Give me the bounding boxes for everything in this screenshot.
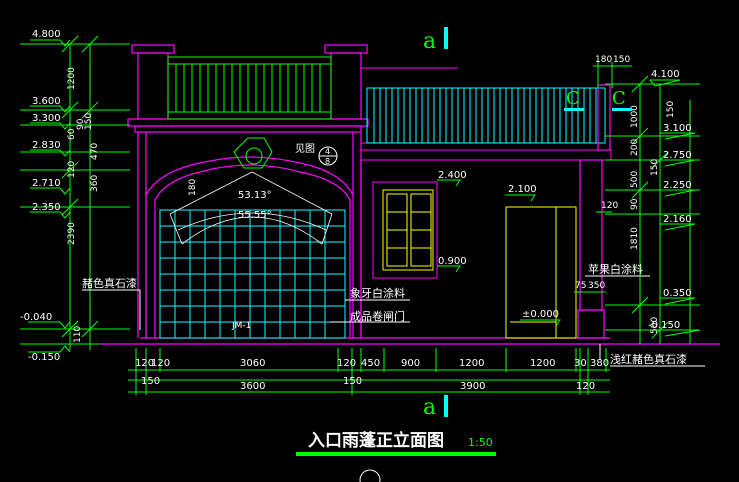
- door-tag: JM-1: [231, 321, 251, 331]
- drawing-title-block: 入口雨蓬正立面图 1:50: [296, 430, 496, 482]
- drawing-title: 入口雨蓬正立面图: [308, 430, 444, 451]
- door-top-level: 2.100: [508, 184, 537, 195]
- r-elev-2250: 2.250: [663, 180, 692, 191]
- elev-2830: 2.830: [32, 140, 61, 151]
- detail-bar-2: [612, 108, 632, 111]
- bdim-120c: 120: [337, 358, 356, 369]
- ldim-60: 60: [67, 128, 77, 140]
- elevation-drawing: 4.800 3.600 3.300 2.830 2.710 2.350 -0.0…: [20, 27, 720, 482]
- post-dim-350: 350: [588, 281, 605, 291]
- ldim-150: 150: [84, 113, 94, 130]
- angle-1: 53.13°: [238, 190, 272, 201]
- label-shutter: 成品卷闸门: [350, 309, 405, 323]
- elev-2350: 2.350: [32, 202, 61, 213]
- ldim-120: 120: [67, 161, 77, 178]
- callout-label: 见图: [295, 143, 315, 155]
- detail-callout: 见图 4 8: [295, 143, 338, 166]
- bdim-150b: 150: [343, 376, 362, 387]
- ldim-470: 470: [90, 143, 100, 160]
- bdim-3060: 3060: [240, 358, 265, 369]
- elev-3300: 3.300: [32, 113, 61, 124]
- post-dim-120: 120: [601, 201, 618, 211]
- rdim-90: 90: [630, 198, 640, 210]
- section-mark-bottom: a: [423, 395, 436, 420]
- bdim-3600: 3600: [240, 381, 265, 392]
- r-elev-0350: 0.350: [663, 288, 692, 299]
- bottom-dimension-lines: [128, 348, 610, 395]
- bdim-3900: 3900: [460, 381, 485, 392]
- label-apple-white: 苹果白涂料: [588, 262, 643, 276]
- bdim-120d: 120: [576, 381, 595, 392]
- left-elevation-labels: 4.800 3.600 3.300 2.830 2.710 2.350 -0.0…: [20, 29, 61, 363]
- bdim-120b: 120: [151, 358, 170, 369]
- elev-2710: 2.710: [32, 178, 61, 189]
- elev-minus-0150: -0.150: [28, 352, 60, 363]
- left-balcony-rail: [167, 56, 332, 120]
- post-dim-75: 75: [575, 281, 586, 291]
- elev-minus-0040: -0.040: [20, 312, 52, 323]
- rdim-500: 500: [630, 171, 640, 188]
- section-bar-bottom: [444, 395, 448, 417]
- rdim-150: 150: [650, 159, 660, 176]
- bdim-30: 30: [574, 358, 587, 369]
- floor-level: ±0.000: [522, 309, 559, 320]
- title-index-circle: [359, 469, 381, 482]
- ldim-1200: 1200: [67, 67, 77, 90]
- level-labels: 2.400 0.900 2.100 ±0.000: [438, 170, 559, 320]
- ornament-emblem: [233, 137, 273, 169]
- label-ivory: 象牙白涂料: [350, 286, 405, 300]
- top-dim-150: 150: [613, 55, 630, 65]
- section-mark-top: a: [423, 29, 436, 54]
- bdim-1200b: 1200: [530, 358, 555, 369]
- rdim-150b: 150: [666, 101, 676, 118]
- callout-bottom: 8: [325, 157, 330, 166]
- top-dims: 180 150: [595, 55, 630, 65]
- level-markers: [437, 179, 561, 327]
- right-window: [372, 181, 438, 279]
- section-bar-top: [444, 27, 448, 49]
- right-dimension-column: [605, 75, 700, 344]
- bdim-1200a: 1200: [459, 358, 484, 369]
- rdim-1810: 1810: [630, 227, 640, 250]
- left-elevation-markers: [28, 39, 71, 353]
- elev-4800: 4.800: [32, 29, 61, 40]
- label-stone: 赭色真石漆: [82, 276, 137, 290]
- bottom-dim-row-1: 120 120 3060 120 450 900 1200 1200 30 38…: [135, 358, 609, 369]
- bdim-450: 450: [361, 358, 380, 369]
- elev-3600: 3.600: [32, 96, 61, 107]
- bottom-dim-row-3: 3600 3900 120: [240, 381, 595, 392]
- small-dim-180: 180: [188, 179, 198, 196]
- bdim-150a: 150: [141, 376, 160, 387]
- r-elev-4100: 4.100: [651, 69, 680, 80]
- ldim-360: 360: [90, 175, 100, 192]
- title-underline: [296, 452, 496, 456]
- rdim-200: 200: [630, 139, 640, 156]
- detail-mark-2: C: [612, 88, 626, 109]
- label-base-stone: 浅红赭色真石漆: [610, 352, 687, 366]
- detail-mark-1: C: [566, 88, 580, 109]
- window-top-level: 2.400: [438, 170, 467, 181]
- ldim-2390: 2390: [67, 222, 77, 245]
- garage-shutter-door: [159, 209, 346, 339]
- r-elev-3100: 3.100: [663, 123, 692, 134]
- r-elev-2750: 2.750: [663, 150, 692, 161]
- rdim-500b: 500: [650, 317, 660, 334]
- drawing-scale: 1:50: [468, 436, 493, 449]
- r-elev-2160: 2.160: [663, 214, 692, 225]
- detail-bar-1: [564, 108, 584, 111]
- callout-top: 4: [325, 147, 330, 156]
- bdim-380: 380: [590, 358, 609, 369]
- bdim-900: 900: [401, 358, 420, 369]
- window-sill-level: 0.900: [438, 256, 467, 267]
- ldim-110: 110: [73, 326, 83, 343]
- drawing-canvas: 4.800 3.600 3.300 2.830 2.710 2.350 -0.0…: [0, 0, 739, 482]
- angle-labels: 53.13° 55.55° 180 JM-1: [188, 179, 272, 331]
- angle-2: 55.55°: [238, 210, 272, 221]
